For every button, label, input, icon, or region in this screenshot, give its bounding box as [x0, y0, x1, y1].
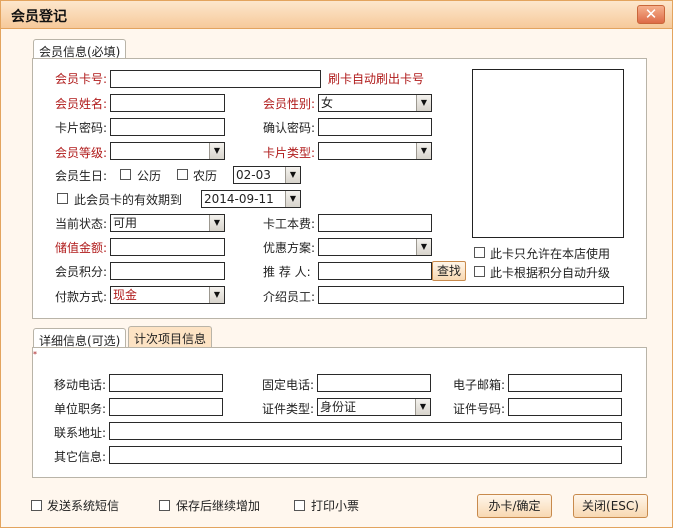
member-register-window: 会员登记 ✕ 会员信息(必填) 会员卡号: 刷卡自动刷出卡号 会员姓名: 会员性…	[0, 0, 673, 528]
birthday-value: 02-03	[236, 168, 271, 182]
card-pwd-input[interactable]	[110, 118, 225, 136]
tab-detail[interactable]: 详细信息(可选)	[33, 328, 127, 348]
card-no-label: 会员卡号:	[55, 72, 108, 86]
print-receipt-checkbox[interactable]	[294, 500, 305, 511]
chevron-down-icon: ▼	[416, 95, 431, 111]
chevron-down-icon: ▼	[285, 167, 300, 183]
store-only-label: 此卡只允许在本店使用	[490, 247, 611, 261]
send-sms-checkbox[interactable]	[31, 500, 42, 511]
status-select[interactable]: 可用 ▼	[110, 214, 225, 232]
continue-add-checkbox[interactable]	[159, 500, 170, 511]
introducer-label: 介绍员工:	[263, 290, 316, 304]
auto-upgrade-label: 此卡根据积分自动升级	[490, 266, 611, 280]
mobile-input[interactable]	[109, 374, 223, 392]
gender-select[interactable]: 女 ▼	[318, 94, 432, 112]
tab-count-items[interactable]: 计次项目信息	[128, 326, 213, 348]
address-input[interactable]	[109, 422, 622, 440]
phone-input[interactable]	[317, 374, 431, 392]
print-receipt-label: 打印小票	[311, 499, 360, 513]
payment-label: 付款方式:	[55, 290, 108, 304]
card-type-select[interactable]: ▼	[318, 142, 432, 160]
card-fee-input[interactable]	[318, 214, 432, 232]
points-input[interactable]	[110, 262, 225, 280]
gender-label: 会员性别:	[263, 97, 316, 111]
chevron-down-icon: ▼	[416, 143, 431, 159]
other-input[interactable]	[109, 446, 622, 464]
confirm-button[interactable]: 办卡/确定	[477, 494, 552, 518]
position-input[interactable]	[109, 398, 223, 416]
balance-input[interactable]	[110, 238, 225, 256]
send-sms-label: 发送系统短信	[47, 499, 120, 513]
lunar-label: 农历	[193, 169, 218, 183]
level-select[interactable]: ▼	[110, 142, 225, 160]
lunar-checkbox[interactable]	[177, 169, 188, 180]
balance-label: 储值金额:	[55, 241, 108, 255]
store-only-checkbox[interactable]	[474, 247, 485, 258]
id-type-value: 身份证	[320, 400, 357, 414]
id-no-label: 证件号码:	[453, 402, 506, 416]
mobile-label: 移动电话:	[54, 378, 107, 392]
confirm-pwd-label: 确认密码:	[263, 121, 316, 135]
validity-checkbox[interactable]	[57, 193, 68, 204]
chevron-down-icon: ▼	[416, 239, 431, 255]
address-label: 联系地址:	[54, 426, 107, 440]
promo-label: 优惠方案:	[263, 241, 316, 255]
auto-upgrade-checkbox[interactable]	[474, 266, 485, 277]
card-no-input[interactable]	[110, 70, 321, 88]
validity-label: 此会员卡的有效期到	[74, 193, 183, 207]
id-type-label: 证件类型:	[262, 402, 315, 416]
chevron-down-icon: ▼	[209, 215, 224, 231]
phone-label: 固定电话:	[262, 378, 315, 392]
search-button[interactable]: 查找	[432, 261, 466, 281]
email-input[interactable]	[508, 374, 622, 392]
promo-select[interactable]: ▼	[318, 238, 432, 256]
points-label: 会员积分:	[55, 265, 108, 279]
title-bar: 会员登记 ✕	[1, 1, 672, 29]
close-icon[interactable]: ✕	[637, 5, 665, 24]
validity-date-value: 2014-09-11	[204, 192, 274, 206]
chevron-down-icon: ▼	[209, 143, 224, 159]
birthday-select[interactable]: 02-03 ▼	[233, 166, 301, 184]
continue-add-label: 保存后继续增加	[176, 499, 261, 513]
chevron-down-icon: ▼	[415, 399, 430, 415]
payment-value: 现金	[113, 288, 138, 302]
position-label: 单位职务:	[54, 402, 107, 416]
level-label: 会员等级:	[55, 146, 108, 160]
payment-select[interactable]: 现金 ▼	[110, 286, 225, 304]
solar-checkbox[interactable]	[120, 169, 131, 180]
tab-member-info[interactable]: 会员信息(必填)	[33, 39, 127, 59]
gender-value: 女	[321, 96, 334, 110]
birthday-label: 会员生日:	[55, 169, 108, 183]
referrer-input[interactable]	[318, 262, 432, 280]
card-pwd-label: 卡片密码:	[55, 121, 108, 135]
chevron-down-icon: ▼	[209, 287, 224, 303]
name-label: 会员姓名:	[55, 97, 108, 111]
status-value: 可用	[113, 216, 138, 230]
id-type-select[interactable]: 身份证 ▼	[317, 398, 431, 416]
card-fee-label: 卡工本费:	[263, 217, 316, 231]
status-label: 当前状态:	[55, 217, 108, 231]
member-photo[interactable]	[472, 69, 624, 238]
close-button[interactable]: 关闭(ESC)	[573, 494, 648, 518]
window-title: 会员登记	[11, 9, 67, 25]
name-input[interactable]	[110, 94, 225, 112]
referrer-label: 推 荐 人:	[263, 265, 311, 279]
swipe-hint: 刷卡自动刷出卡号	[328, 72, 425, 86]
solar-label: 公历	[137, 169, 162, 183]
validity-date-picker[interactable]: 2014-09-11 ▼	[201, 190, 301, 208]
corner-mark: *	[33, 350, 37, 359]
introducer-input[interactable]	[318, 286, 624, 304]
confirm-pwd-input[interactable]	[318, 118, 432, 136]
id-no-input[interactable]	[508, 398, 622, 416]
email-label: 电子邮箱:	[453, 378, 506, 392]
chevron-down-icon: ▼	[285, 191, 300, 207]
card-type-label: 卡片类型:	[263, 146, 316, 160]
other-label: 其它信息:	[54, 450, 107, 464]
